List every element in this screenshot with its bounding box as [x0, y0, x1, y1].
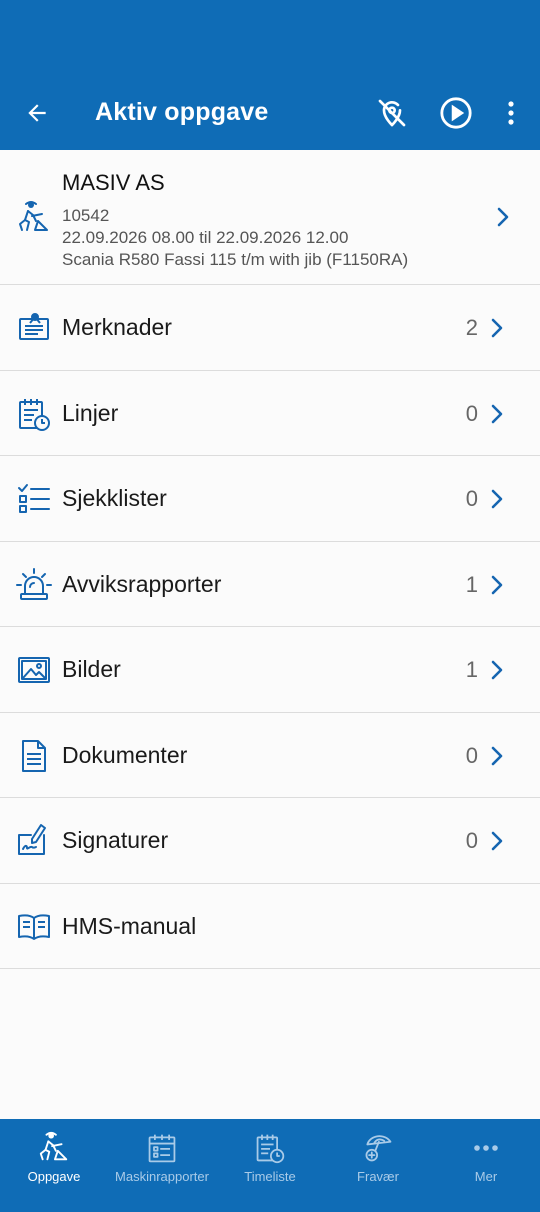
nav-label: Oppgave	[27, 1169, 81, 1184]
row-count: 2	[465, 315, 478, 340]
play-circle-icon[interactable]	[436, 93, 476, 133]
row-linjer[interactable]: Linjer 0	[0, 371, 540, 456]
worker-digging-icon	[19, 201, 48, 231]
row-sjekklister[interactable]: Sjekklister 0	[0, 456, 540, 542]
nav-label: Maskinrapporter	[115, 1169, 209, 1184]
nav-oppgave[interactable]: Oppgave	[0, 1119, 108, 1212]
chevron-right-icon	[491, 404, 503, 423]
note-board-icon	[19, 313, 49, 340]
row-count: 1	[465, 571, 478, 597]
row-label: Merknader	[62, 314, 172, 340]
timesheet-icon	[253, 1131, 287, 1165]
nav-fravaer[interactable]: Fravær	[324, 1119, 432, 1212]
more-vert-icon[interactable]	[492, 93, 530, 133]
row-count: 0	[465, 486, 478, 511]
row-signaturer[interactable]: Signaturer 0	[0, 798, 540, 884]
chevron-right-icon	[491, 575, 503, 594]
nav-label: Fravær	[357, 1169, 399, 1184]
chevron-right-icon	[491, 746, 503, 765]
row-dokumenter[interactable]: Dokumenter 0	[0, 713, 540, 798]
row-count: 0	[465, 742, 478, 768]
row-label: Avviksrapporter	[62, 570, 222, 597]
signature-icon	[18, 824, 46, 855]
row-label: Dokumenter	[62, 741, 188, 768]
task-number: 10542	[62, 206, 110, 225]
calendar-report-icon	[145, 1131, 179, 1165]
nav-mer[interactable]: Mer	[432, 1119, 540, 1212]
chevron-right-icon	[497, 207, 509, 227]
row-merknader[interactable]: Merknader 2	[0, 285, 540, 371]
alarm-siren-icon	[16, 567, 52, 600]
chevron-right-icon	[491, 489, 503, 509]
task-card[interactable]: MASIV AS 10542 22.09.2026 08.00 til 22.0…	[0, 150, 540, 285]
customer-name: MASIV AS	[62, 170, 165, 195]
worker-digging-icon	[37, 1131, 71, 1165]
page-title: Aktiv oppgave	[95, 98, 269, 126]
nav-label: Mer	[474, 1169, 498, 1184]
status-bar	[0, 0, 540, 76]
row-label: Bilder	[62, 656, 121, 682]
row-bilder[interactable]: Bilder 1	[0, 627, 540, 713]
nav-timeliste[interactable]: Timeliste	[216, 1119, 324, 1212]
task-period: 22.09.2026 08.00 til 22.09.2026 12.00	[62, 228, 349, 247]
checklist-icon	[18, 484, 50, 513]
location-off-icon[interactable]	[372, 93, 412, 133]
more-horiz-icon	[469, 1131, 503, 1165]
bottom-navigation: Oppgave Maskinrapporter Timeliste Fravær…	[0, 1119, 540, 1212]
chevron-right-icon	[491, 831, 503, 851]
arrow-back-icon[interactable]	[18, 94, 56, 132]
chevron-right-icon	[491, 318, 503, 338]
row-label: Sjekklister	[62, 485, 167, 511]
nav-maskinrapporter[interactable]: Maskinrapporter	[108, 1119, 216, 1212]
row-hms-manual[interactable]: HMS-manual	[0, 884, 540, 969]
beach-umbrella-icon	[361, 1131, 395, 1165]
row-count: 1	[465, 657, 478, 682]
app-bar: Aktiv oppgave	[0, 76, 540, 150]
row-count: 0	[465, 828, 478, 853]
image-icon	[18, 657, 50, 683]
chevron-right-icon	[491, 660, 503, 680]
task-machine: Scania R580 Fassi 115 t/m with jib (F115…	[62, 250, 409, 269]
document-icon	[22, 739, 46, 772]
open-book-icon	[18, 913, 50, 940]
row-label: Signaturer	[62, 827, 169, 853]
calendar-clock-icon	[19, 398, 50, 431]
row-avviksrapporter[interactable]: Avviksrapporter 1	[0, 542, 540, 627]
row-label: HMS-manual	[62, 912, 197, 939]
row-count: 0	[465, 400, 478, 426]
row-label: Linjer	[62, 399, 119, 426]
nav-label: Timeliste	[244, 1169, 296, 1184]
task-detail-list: MASIV AS 10542 22.09.2026 08.00 til 22.0…	[0, 150, 540, 969]
